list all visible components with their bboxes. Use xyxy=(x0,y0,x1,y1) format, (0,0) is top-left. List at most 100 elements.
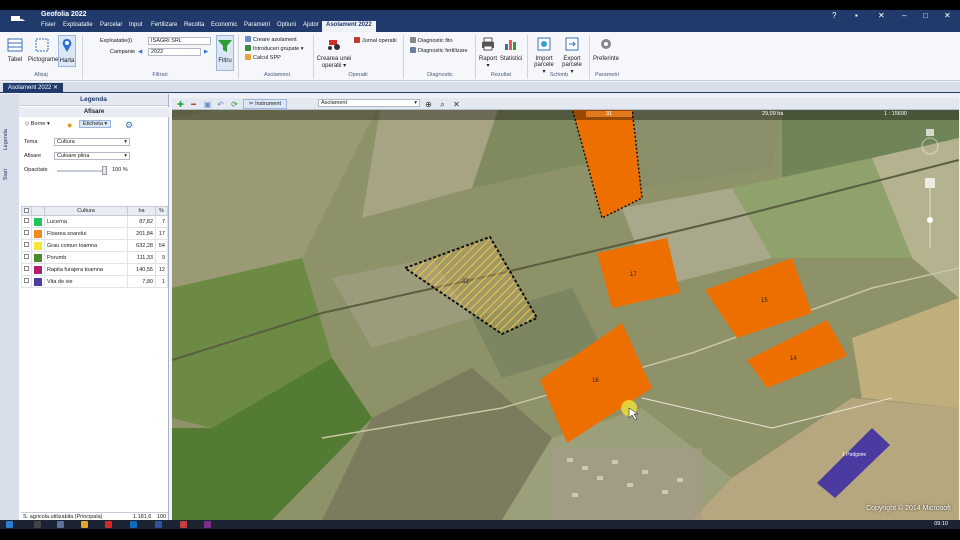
save-icon[interactable]: ▣ xyxy=(202,99,213,109)
settings-icon[interactable]: ⚙ xyxy=(125,120,133,131)
preferinte-button[interactable]: Preferinte xyxy=(593,36,619,62)
crop-table: Cultura ha % Lucerna 87,82 7 Floarea soarel… xyxy=(21,206,168,288)
selected-parcel-number: 31 xyxy=(586,111,633,117)
zoom-slider-thumb[interactable] xyxy=(927,217,933,223)
maximize-icon[interactable]: □ xyxy=(923,11,928,20)
north-icon[interactable] xyxy=(926,129,934,136)
jurnal-operatii-button[interactable]: Jurnal operatii xyxy=(354,37,397,44)
map-canvas[interactable]: 17 15 14 16 32 1 Podgorie Copyright © 20… xyxy=(172,98,959,520)
afisare-select[interactable]: Culoare plina ▾ xyxy=(54,152,130,160)
zoom-in-icon[interactable]: ⊕ xyxy=(423,99,434,109)
exploatatie-select[interactable]: ISAGRI SRL xyxy=(148,37,211,45)
export-parcele-button[interactable]: Export parcele ▾ xyxy=(560,36,584,75)
opacity-slider-thumb[interactable] xyxy=(102,166,107,175)
undo-icon[interactable]: ↶ xyxy=(215,99,226,109)
opacity-slider[interactable] xyxy=(57,170,105,172)
crop-row[interactable]: Lucerna 87,82 7 xyxy=(21,215,168,228)
menu-parcelar[interactable]: Parcelar xyxy=(100,22,122,28)
minimize-ribbon-icon[interactable]: ▪ xyxy=(855,11,858,20)
statistici-button[interactable]: Statistici xyxy=(500,36,522,62)
row-checkbox[interactable] xyxy=(21,251,32,264)
borne-toggle[interactable]: ◇ Borne ▾ xyxy=(25,121,50,127)
label-style-icon[interactable]: ● xyxy=(67,120,72,130)
calcul-spp-label: Calcul SPP xyxy=(253,55,281,61)
stari-side-tab[interactable]: Stari xyxy=(3,169,9,180)
campanie-prev-icon[interactable]: ◀ xyxy=(138,49,142,55)
close-icon[interactable]: ✕ xyxy=(944,11,951,20)
chevron-down-icon: ▾ xyxy=(124,139,127,145)
menu-recolta[interactable]: Recolta xyxy=(184,22,204,28)
add-icon[interactable]: ✚ xyxy=(175,99,186,109)
title-bar: Geofolia 2022 ? ▪ ✕ – □ ✕ xyxy=(0,10,960,29)
col-pct[interactable]: % xyxy=(155,206,168,216)
select-all-checkbox[interactable] xyxy=(21,206,32,216)
crop-row[interactable]: Grau comun toamna 632,28 54 xyxy=(21,239,168,252)
filtru-button[interactable]: Filtru xyxy=(216,35,234,71)
calcul-spp-button[interactable]: Calcul SPP xyxy=(245,54,281,61)
introduceri-grupate-button[interactable]: Introduceri grupate ▾ xyxy=(245,45,303,52)
diagnostic-fertilizare-button[interactable]: Diagnostic fertilizare xyxy=(410,47,468,54)
crop-row[interactable]: Vita de vie 7,80 1 xyxy=(21,275,168,288)
import-parcele-button[interactable]: Import parcele ▾ xyxy=(532,36,556,75)
tab-asolament-2022[interactable]: Asolament 2022 ✕ xyxy=(3,83,64,93)
geofolia-taskbar-icon[interactable] xyxy=(204,521,211,528)
row-checkbox[interactable] xyxy=(21,275,32,288)
chrome-icon[interactable] xyxy=(105,521,112,528)
menu-economic[interactable]: Economic xyxy=(211,22,237,28)
tabel-button[interactable]: Tabel xyxy=(4,37,26,63)
tab-asolament-2022-label: Asolament 2022 xyxy=(8,85,52,91)
menu-input[interactable]: Input xyxy=(129,22,142,28)
powerpoint-icon[interactable] xyxy=(180,521,187,528)
separator xyxy=(589,35,590,79)
parcel-16-label: 16 xyxy=(592,378,599,384)
layer-select[interactable]: Asolament ▾ xyxy=(318,99,420,107)
help-icon[interactable]: ? xyxy=(832,11,836,20)
menu-asolament-2022[interactable]: Asolament 2022 xyxy=(322,21,376,32)
crop-row[interactable]: Porumb 111,33 9 xyxy=(21,251,168,264)
instrument-button[interactable]: ✂ Instrument xyxy=(243,99,287,109)
menu-fertilizare[interactable]: Fertilizare xyxy=(151,22,177,28)
close-icon[interactable]: ✕ xyxy=(451,99,462,109)
row-checkbox[interactable] xyxy=(21,239,32,252)
campanie-next-icon[interactable]: ▶ xyxy=(204,49,208,55)
crop-ha: 7,80 xyxy=(127,275,156,288)
pictograme-button[interactable]: Pictograme xyxy=(28,37,58,63)
close-doc-icon[interactable]: ✕ xyxy=(878,11,885,20)
task-view-icon[interactable] xyxy=(57,521,64,528)
letterbox-bottom xyxy=(0,529,960,540)
menu-ajutor[interactable]: Ajutor xyxy=(303,22,319,28)
start-icon[interactable] xyxy=(6,521,13,528)
tabel-label: Tabel xyxy=(7,57,23,63)
legenda-side-tab[interactable]: Legenda xyxy=(3,129,9,150)
menu-fisier[interactable]: Fisier xyxy=(41,22,56,28)
chevron-down-icon: ▾ xyxy=(414,100,417,106)
crop-row[interactable]: Floarea soarelui 201,84 17 xyxy=(21,227,168,240)
tema-select[interactable]: Cultura ▾ xyxy=(54,138,130,146)
menu-parametri[interactable]: Parametri xyxy=(244,22,270,28)
col-ha[interactable]: ha xyxy=(127,206,156,216)
outlook-icon[interactable] xyxy=(130,521,137,528)
row-checkbox[interactable] xyxy=(21,227,32,240)
crearea-operatii-button[interactable]: Crearea unei operatii ▾ xyxy=(316,36,352,69)
diagnostic-fito-button[interactable]: Diagnostic fito xyxy=(410,37,453,44)
refresh-icon[interactable]: ⟳ xyxy=(229,99,240,109)
menu-exploatatie[interactable]: Exploatatie xyxy=(63,22,93,28)
col-cultura[interactable]: Cultura xyxy=(44,206,128,216)
opacitate-value: 100 % xyxy=(112,167,128,173)
row-checkbox[interactable] xyxy=(21,215,32,228)
word-icon[interactable] xyxy=(155,521,162,528)
raport-button[interactable]: Raport ▾ xyxy=(478,36,498,69)
search-icon[interactable] xyxy=(34,521,41,528)
search-icon[interactable]: ⌕ xyxy=(437,99,448,109)
explorer-icon[interactable] xyxy=(81,521,88,528)
creare-asolament-button[interactable]: Creare asolament xyxy=(245,36,297,43)
remove-icon[interactable]: ━ xyxy=(188,99,199,109)
menu-optiuni[interactable]: Optiuni xyxy=(277,22,296,28)
harta-button[interactable]: Harta xyxy=(58,35,76,67)
zoom-icon[interactable] xyxy=(925,178,935,188)
eticheta-toggle[interactable]: Eticheta ▾ xyxy=(79,120,112,128)
minimize-icon[interactable]: – xyxy=(902,11,906,20)
crop-row[interactable]: Rapita furajera toamna 140,55 12 xyxy=(21,263,168,276)
row-checkbox[interactable] xyxy=(21,263,32,276)
campanie-select[interactable]: 2022 xyxy=(148,48,201,56)
